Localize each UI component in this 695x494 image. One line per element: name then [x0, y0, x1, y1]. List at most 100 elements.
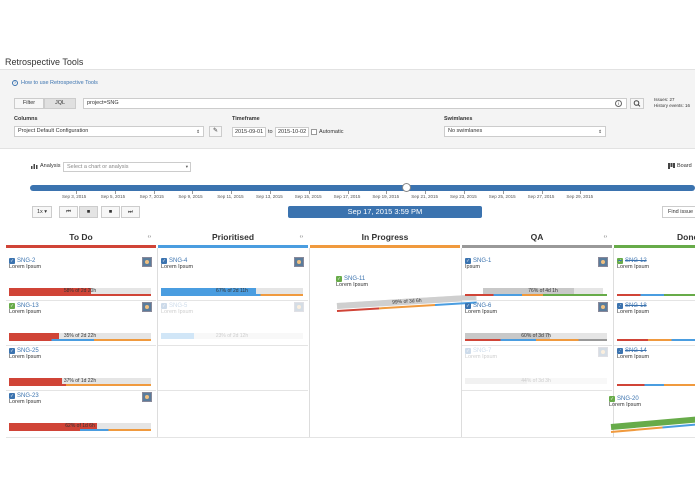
- collapse-icon[interactable]: ‹›: [148, 230, 151, 245]
- board-bottom-line: [6, 437, 695, 438]
- timeline-tick-label: Sep 17, 2015: [333, 194, 361, 199]
- filter-toggle-button[interactable]: Filter: [14, 98, 44, 109]
- column-title: QA: [530, 232, 544, 242]
- history-bar: [161, 294, 303, 296]
- column-title: To Do: [69, 232, 93, 242]
- history-bar: [9, 294, 151, 296]
- stop-icon: ■: [108, 209, 113, 215]
- card-sng-13[interactable]: ✓ SNG-13 Lorem Ipsum: [9, 303, 41, 315]
- analysis-label-text: Analysis: [40, 163, 61, 169]
- avatar: [598, 347, 608, 357]
- history-bar: [617, 294, 695, 296]
- chart-icon: [31, 164, 38, 169]
- info-icon[interactable]: i: [615, 100, 622, 107]
- issues-info: Issues: 27 History events: 16: [654, 97, 690, 108]
- avatar: [142, 302, 152, 312]
- skip-back-button[interactable]: ⏮: [59, 206, 78, 218]
- card-summary: Lorem Ipsum: [609, 402, 642, 408]
- board-toggle[interactable]: Board: [668, 163, 692, 169]
- dropdown-icon: ▾: [185, 164, 188, 169]
- select-arrows-icon: ⇕: [598, 129, 602, 134]
- collapse-icon[interactable]: ‹›: [300, 230, 303, 245]
- column-divider: [157, 248, 158, 438]
- stop-button[interactable]: ■: [101, 206, 120, 218]
- automatic-label: Automatic: [319, 129, 344, 135]
- card-sng-4[interactable]: ✓ SNG-4 Lorem Ipsum: [161, 258, 193, 270]
- swimlanes-select-value: No swimlanes: [448, 128, 483, 134]
- card-sng-7[interactable]: ✓ SNG-7 Lorem Ipsum: [465, 348, 497, 360]
- column-title: In Progress: [361, 232, 409, 242]
- collapse-icon[interactable]: ‹›: [604, 230, 607, 245]
- card-sng-25[interactable]: ✓ SNG-25 Lorem Ipsum: [9, 348, 41, 360]
- card-divider: [614, 300, 695, 301]
- search-icon: [633, 100, 641, 107]
- timeline-handle[interactable]: [401, 183, 411, 192]
- card-summary: Lorem Ipsum: [336, 282, 369, 288]
- column-color-bar: [6, 245, 156, 248]
- help-link[interactable]: ? How to use Retrospective Tools: [12, 80, 98, 86]
- timeframe-to-input[interactable]: 2015-10-02: [275, 127, 309, 137]
- avatar: [142, 392, 152, 402]
- card-sng-1[interactable]: ✓ SNG-1 Ipsum: [465, 258, 491, 270]
- card-sng-20[interactable]: ✓ SNG-20 Lorem Ipsum: [609, 396, 641, 408]
- column-color-bar: [462, 245, 612, 248]
- card-sng-18[interactable]: ✓ SNG-18 Lorem Ipsum: [617, 303, 649, 315]
- columns-select[interactable]: Project Default Configuration ⇕: [14, 126, 204, 137]
- card-sng-2[interactable]: ✓ SNG-2 Lorem Ipsum: [9, 258, 41, 270]
- card-sng-23[interactable]: ✓ SNG-23 Lorem Ipsum: [9, 393, 41, 405]
- avatar: [294, 257, 304, 267]
- card-divider: [614, 345, 695, 346]
- skip-forward-icon: ⏭: [128, 209, 133, 215]
- column-color-bar: [310, 245, 460, 248]
- column-divider: [461, 248, 462, 438]
- card-divider: [6, 300, 156, 301]
- page-title: Retrospective Tools: [5, 57, 84, 67]
- avatar: [598, 257, 608, 267]
- card-summary: Lorem Ipsum: [617, 264, 650, 270]
- jql-input[interactable]: project=SNG: [83, 98, 627, 109]
- timeline-tick-label: Sep 13, 2015: [256, 194, 283, 199]
- swimlanes-select[interactable]: No swimlanes ⇕: [444, 126, 606, 137]
- toolbar-panel: [0, 69, 695, 149]
- timeline-tick-label: Sep 25, 2015: [488, 194, 516, 199]
- card-summary: Lorem Ipsum: [9, 399, 42, 405]
- analysis-select[interactable]: Select a chart or analysis ▾: [63, 162, 191, 172]
- jql-toggle-button[interactable]: JQL: [44, 98, 76, 109]
- history-bar: [9, 429, 151, 431]
- card-sng-12[interactable]: ✓ SNG-12 Lorem Ipsum: [617, 258, 649, 270]
- card-divider: [462, 345, 612, 346]
- history-bar: [617, 339, 695, 341]
- card-sng-5[interactable]: ✓ SNG-5 Lorem Ipsum: [161, 303, 193, 315]
- history-bar: [465, 294, 607, 296]
- automatic-checkbox[interactable]: [311, 129, 317, 135]
- progress-bar: 23% of 2d 12h: [161, 333, 303, 339]
- column-title: Prioritised: [211, 232, 255, 242]
- skip-forward-button[interactable]: ⏭: [121, 206, 140, 218]
- board-icon: [668, 163, 675, 169]
- select-arrows-icon: ⇕: [196, 129, 200, 134]
- timeline-tick-label: Sep 9, 2015: [178, 194, 203, 199]
- history-bar: [465, 339, 607, 341]
- card-summary: Lorem Ipsum: [161, 309, 194, 315]
- timeframe-label: Timeframe: [232, 116, 260, 122]
- timeframe-from-input[interactable]: 2015-09-01: [232, 127, 266, 137]
- pause-button[interactable]: ■: [79, 206, 98, 218]
- card-divider: [6, 345, 156, 346]
- history-bar: [9, 384, 151, 386]
- timeline-tick-label: Sep 3, 2015: [62, 194, 87, 199]
- card-divider: [158, 390, 308, 391]
- card-divider: [158, 300, 308, 301]
- card-summary: Lorem Ipsum: [465, 309, 498, 315]
- speed-select[interactable]: 1x ▾: [32, 206, 52, 218]
- search-button[interactable]: [630, 98, 644, 109]
- skip-back-icon: ⏮: [66, 209, 71, 215]
- card-sng-11[interactable]: ✓ SNG-11 Lorem Ipsum: [336, 276, 368, 288]
- timeline-tick-label: Sep 15, 2015: [294, 194, 322, 199]
- edit-columns-button[interactable]: ✎: [209, 126, 222, 137]
- card-sng-6[interactable]: ✓ SNG-6 Lorem Ipsum: [465, 303, 497, 315]
- card-sng-14[interactable]: ✓ SNG-14 Lorem Ipsum: [617, 348, 649, 360]
- column-title: Done: [677, 232, 695, 242]
- timeline-slider[interactable]: [30, 185, 695, 191]
- pause-icon: ■: [86, 209, 91, 215]
- find-issue-input[interactable]: Find issue: [662, 206, 695, 218]
